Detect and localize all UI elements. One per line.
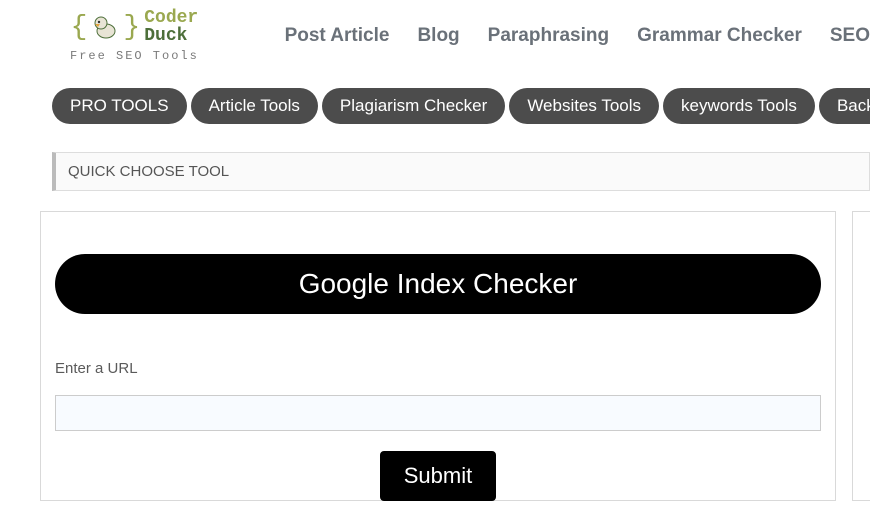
brace-right-icon: }	[123, 12, 140, 43]
nav-seo[interactable]: SEO	[830, 25, 870, 47]
pill-websites-tools[interactable]: Websites Tools	[509, 88, 659, 124]
logo-word2: Duck	[144, 27, 198, 45]
pill-keywords-tools[interactable]: keywords Tools	[663, 88, 815, 124]
logo-word1: Coder	[144, 9, 198, 27]
duck-icon	[91, 13, 119, 41]
pill-backlink-tools[interactable]: Backlink Tools	[819, 88, 870, 124]
side-card	[852, 211, 870, 501]
pill-pro-tools[interactable]: PRO TOOLS	[52, 88, 187, 124]
top-bar: { } Coder Duck Free SEO Tools Post Artic…	[0, 0, 870, 72]
pill-plagiarism-checker[interactable]: Plagiarism Checker	[322, 88, 505, 124]
category-pills: PRO TOOLS Article Tools Plagiarism Check…	[0, 88, 870, 124]
logo-tagline: Free SEO Tools	[70, 49, 199, 63]
nav-grammar-checker[interactable]: Grammar Checker	[637, 25, 802, 47]
tool-card: Google Index Checker Enter a URL Submit	[40, 211, 836, 501]
nav-blog[interactable]: Blog	[417, 25, 459, 47]
content-row: Google Index Checker Enter a URL Submit	[40, 211, 870, 501]
logo[interactable]: { } Coder Duck Free SEO Tools	[70, 9, 199, 63]
main-nav: Post Article Blog Paraphrasing Grammar C…	[285, 25, 870, 47]
brace-left-icon: {	[71, 12, 88, 43]
nav-post-article[interactable]: Post Article	[285, 25, 390, 47]
url-field-label: Enter a URL	[55, 360, 821, 377]
url-input[interactable]	[55, 395, 821, 431]
tool-title: Google Index Checker	[55, 254, 821, 314]
pill-article-tools[interactable]: Article Tools	[191, 88, 318, 124]
quick-choose-label: QUICK CHOOSE TOOL	[68, 163, 229, 180]
nav-paraphrasing[interactable]: Paraphrasing	[488, 25, 609, 47]
submit-button[interactable]: Submit	[380, 451, 496, 501]
quick-choose-tool[interactable]: QUICK CHOOSE TOOL	[52, 152, 870, 191]
